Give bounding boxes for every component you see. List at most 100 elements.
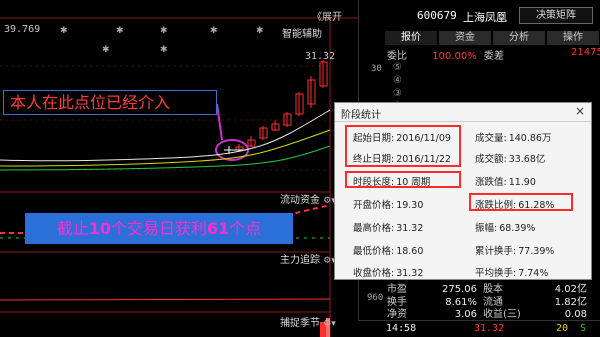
close-price-row: 收盘价格: 31.32 [353,265,423,279]
entry-callout: 本人在此点位已经介入 [3,90,217,115]
amount-row: 成交额: 33.68亿 [475,151,545,165]
change-ratio-row: 涨跌比例: 61.28% [475,197,554,211]
dialog-title: 阶段统计 [341,110,381,121]
high-label: 最高价格: [353,223,395,234]
start-date-label: 起始日期: [353,133,395,144]
cum-turnover-row: 累计换手: 77.39% [475,243,554,257]
nav-label: 净资 [387,309,407,320]
start-date-row: 起始日期: 2016/11/09 [353,130,451,144]
sell-level-4: ④ [393,75,402,86]
gain-callout-prefix: 截止 [56,219,89,238]
high-row: 最高价格: 31.32 [353,220,423,234]
dialog-divider [335,121,591,122]
gain-callout-mid: 个交易日获利 [110,219,207,238]
tick-status-bar: 14:58 31.32 20 S [358,320,600,337]
change-row: 涨跌值: 11.90 [475,174,536,188]
end-date-label: 终止日期: [353,154,395,165]
open-label: 开盘价格: [353,200,395,211]
tab-funds[interactable]: 资金 [439,31,491,45]
cum-turnover-label: 累计换手: [475,246,517,257]
decision-matrix-button[interactable]: 决策矩阵 [519,7,593,24]
main-trace-panel-label: 主力追踪 ⚙▾ [280,251,336,266]
stock-name: 上海凤凰 [463,11,507,24]
star-marker: ✱ [160,26,168,36]
tick-flag: S [580,323,587,334]
change-ratio-label: 涨跌比例: [475,200,517,211]
low-label: 最低价格: [353,246,395,257]
start-date-value: 2016/11/09 [396,133,451,144]
expand-button[interactable]: 《展开 [312,8,352,23]
star-marker: ✱ [116,26,124,36]
amplitude-value: 68.39% [499,223,536,234]
low-row: 最低价格: 18.60 [353,243,423,257]
star-marker: ✱ [102,45,110,55]
eps-value: 0.08 [564,309,587,320]
high-value: 31.32 [396,223,424,234]
weibi-row: 委比 100.00% 委差 21475 [387,47,600,62]
high-price-label: 31.32 [305,51,336,62]
main-trace-line [0,298,331,301]
volume-value: 140.86万 [508,133,552,144]
season-panel-title: 捕捉季节 [280,318,320,329]
ma-line-white [0,109,331,162]
cum-turnover-value: 77.39% [518,246,555,257]
star-marker: ✱ [60,26,68,36]
close-price-label: 收盘价格: [353,268,395,279]
quote-header: 600679 上海凤凰 决策矩阵 [359,0,600,28]
gain-callout-points: 61 [207,219,230,238]
period-value: 10 周期 [396,177,431,188]
low-value: 18.60 [396,246,424,257]
close-icon[interactable]: × [575,104,585,118]
funds-panel-label: 流动资金 ⚙▾ [280,191,336,206]
volume-label: 成交量: [475,133,507,144]
amount-value: 33.68亿 [508,154,546,165]
entry-arrow [216,103,223,141]
period-row: 时段长度: 10 周期 [353,174,430,188]
smart-assist-label[interactable]: 智能辅助 [282,25,322,40]
amplitude-label: 振幅: [475,223,498,234]
end-date-row: 终止日期: 2016/11/22 [353,151,451,165]
change-ratio-value: 61.28% [518,200,555,211]
eps-label: 收益(三) [483,309,521,320]
sell-level-3: ③ [393,88,402,99]
avg-turnover-value: 7.74% [518,268,549,279]
weicha-value: 21475 [571,47,600,58]
gain-callout-suffix: 个点 [229,219,262,238]
weibi-label: 委比 [387,51,407,62]
open-value: 19.30 [396,200,424,211]
sell-level-5: ⑤ [393,62,402,73]
star-marker: ✱ [210,26,218,36]
avg-turnover-row: 平均换手: 7.74% [475,265,548,279]
stock-code: 600679 [417,9,457,22]
info-row-3: 净资 3.06 收益(三) 0.08 [387,305,587,320]
gear-icon[interactable]: ⚙▾ [323,319,336,329]
open-row: 开盘价格: 19.30 [353,197,423,211]
period-stats-dialog[interactable]: 阶段统计 × 起始日期: 2016/11/09 成交量: 140.86万 终止日期:… [334,102,592,280]
avg-turnover-label: 平均换手: [475,268,517,279]
tick-volume: 20 [556,323,569,334]
gain-callout: 截止10个交易日获利61个点 [25,213,293,244]
amount-label: 成交额: [475,154,507,165]
amplitude-row: 振幅: 68.39% [475,220,535,234]
weibi-value: 100.00% [432,51,477,62]
season-panel-label: 捕捉季节 ⚙▾ [280,314,336,329]
kline-chart-area[interactable]: ✱ ✱ ✱ ✱ ✱ ✱ ✱ 《展开 39.769 智能辅助 31.32 流动资金 ⚙▾ 主力… [0,0,358,337]
nav-value: 3.06 [454,309,477,320]
period-label: 时段长度: [353,177,395,188]
funds-panel-title: 流动资金 [280,195,320,206]
star-marker: ✱ [256,26,264,36]
star-marker: ✱ [160,45,168,55]
axis-value-30: 30 [371,64,382,74]
tab-operation[interactable]: 操作 [547,31,599,45]
tick-price: 31.32 [474,323,505,334]
end-date-value: 2016/11/22 [396,154,451,165]
main-trace-panel-title: 主力追踪 [280,255,320,266]
change-label: 涨跌值: [475,177,507,188]
axis-value-960: 960 [367,293,384,303]
tab-quote[interactable]: 报价 [385,31,437,45]
weicha-label: 委差 [483,51,504,62]
tab-analysis[interactable]: 分析 [493,31,545,45]
gain-callout-days: 10 [88,219,111,238]
close-price-value: 31.32 [396,268,424,279]
quote-tabs: 报价 资金 分析 操作 [385,31,599,45]
